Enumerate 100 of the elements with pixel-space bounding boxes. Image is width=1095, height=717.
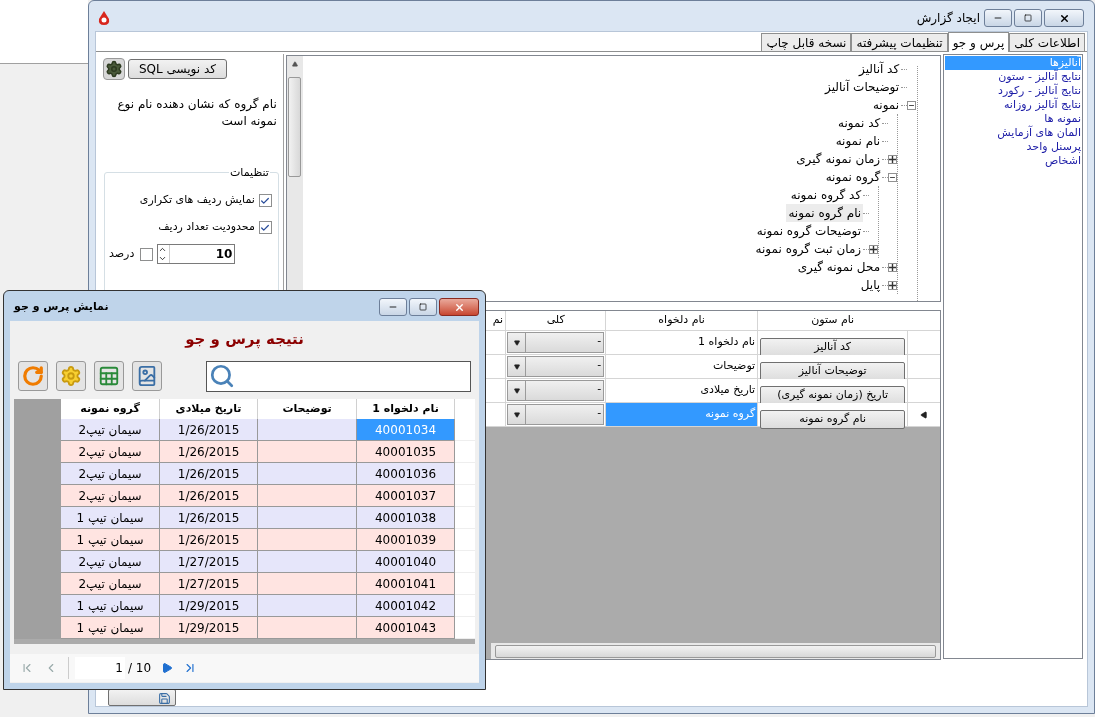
table-cell[interactable]: 40001035 bbox=[356, 441, 456, 463]
spreadsheet-button[interactable] bbox=[93, 361, 124, 391]
expand-icon[interactable] bbox=[869, 244, 879, 254]
tree-item[interactable]: توضیحات آنالیز bbox=[823, 78, 902, 96]
expand-icon[interactable] bbox=[888, 262, 898, 272]
column-header[interactable]: نم bbox=[492, 312, 504, 329]
column-header[interactable]: تاریخ میلادی bbox=[159, 399, 259, 419]
column-header[interactable]: نام ستون bbox=[757, 311, 908, 330]
save-icon bbox=[158, 692, 171, 705]
spin-down-icon[interactable] bbox=[158, 254, 168, 263]
row-header-cell[interactable] bbox=[14, 617, 62, 639]
expand-icon[interactable] bbox=[888, 280, 898, 290]
alias-cell[interactable]: نام دلخواه 1 bbox=[605, 331, 758, 354]
column-header[interactable]: نام دلخواه bbox=[605, 311, 758, 330]
collapse-icon[interactable] bbox=[907, 100, 917, 110]
table-cell: 1/27/2015 bbox=[159, 551, 259, 573]
report-button[interactable] bbox=[131, 361, 162, 391]
table-cell[interactable]: 40001041 bbox=[356, 573, 456, 595]
alias-cell[interactable]: توضیحات bbox=[605, 355, 758, 378]
checkbox[interactable] bbox=[140, 247, 154, 261]
minimize-button[interactable] bbox=[379, 298, 407, 316]
table-cell: سیمان تیپ2 bbox=[61, 419, 160, 441]
row-limit-field[interactable]: 10 bbox=[157, 244, 236, 264]
aggregate-dropdown[interactable]: - bbox=[507, 404, 605, 425]
tree-item[interactable]: گروه نمونه bbox=[823, 168, 883, 186]
table-list-item[interactable]: نتایج آنالیز - رکورد bbox=[945, 84, 1081, 98]
refresh-button[interactable] bbox=[18, 361, 48, 391]
check-icon bbox=[260, 222, 271, 233]
table-list-item[interactable]: نتایج آنالیز روزانه bbox=[945, 98, 1081, 112]
checkbox[interactable] bbox=[258, 221, 272, 234]
column-header[interactable]: توضیحات bbox=[258, 399, 357, 419]
table-cell[interactable]: 40001043 bbox=[356, 617, 456, 639]
table-cell: سیمان تیپ2 bbox=[61, 485, 160, 507]
page-field[interactable]: 1 bbox=[75, 657, 125, 679]
header-corner bbox=[14, 399, 62, 419]
column-name-button[interactable]: نام گروه نمونه bbox=[760, 409, 906, 429]
tree-item[interactable]: کد آنالیز bbox=[857, 60, 902, 78]
close-button[interactable] bbox=[439, 298, 479, 316]
tree-item[interactable]: نام گروه نمونه bbox=[786, 204, 864, 222]
column-header[interactable]: نام دلخواه 1 bbox=[356, 399, 456, 419]
maximize-button[interactable] bbox=[1014, 9, 1042, 27]
maximize-icon bbox=[1024, 14, 1032, 22]
expand-icon[interactable] bbox=[888, 154, 898, 164]
scroll-up-icon[interactable] bbox=[291, 61, 298, 67]
settings-button[interactable] bbox=[55, 361, 86, 391]
sql-button[interactable]: کد نویسی SQL bbox=[128, 59, 227, 79]
dropdown-arrow-icon bbox=[513, 339, 520, 346]
tree-item[interactable]: محل نمونه گیری bbox=[795, 258, 883, 276]
tab[interactable]: نسخه قابل چاپ bbox=[761, 33, 852, 51]
table-cell: 1/26/2015 bbox=[159, 419, 259, 441]
tree-item[interactable]: کد نمونه bbox=[836, 114, 883, 132]
first-page-icon[interactable] bbox=[20, 661, 34, 675]
minimize-button[interactable] bbox=[984, 9, 1012, 27]
column-header[interactable]: گروه نمونه bbox=[61, 399, 160, 419]
table-cell[interactable]: 40001040 bbox=[356, 551, 456, 573]
table-cell: 1/29/2015 bbox=[159, 617, 259, 639]
close-button[interactable] bbox=[1044, 9, 1084, 27]
collapse-icon[interactable] bbox=[888, 172, 898, 182]
tree-item[interactable]: زمان ثبت گروه نمونه bbox=[753, 240, 864, 258]
aggregate-dropdown[interactable]: - bbox=[507, 356, 605, 377]
table-cell: 1/27/2015 bbox=[159, 573, 259, 595]
tree-item[interactable]: پایل bbox=[858, 276, 883, 294]
table-list-item[interactable]: اشخاص bbox=[945, 154, 1081, 168]
column-header[interactable]: کلی bbox=[505, 311, 606, 330]
table-cell: 1/29/2015 bbox=[159, 595, 259, 617]
checkbox[interactable] bbox=[258, 194, 272, 207]
next-page-icon[interactable] bbox=[161, 662, 174, 674]
tree-item[interactable]: توضیحات گروه نمونه bbox=[754, 222, 864, 240]
horizontal-scrollbar[interactable] bbox=[490, 643, 941, 659]
alias-cell[interactable]: تاریخ میلادی bbox=[605, 379, 758, 402]
table-cell[interactable]: 40001039 bbox=[356, 529, 456, 551]
search-icon bbox=[208, 363, 235, 389]
tab[interactable]: اطلاعات کلی bbox=[1009, 33, 1085, 51]
table-list-item[interactable]: نتایج آنالیز - ستون bbox=[945, 70, 1081, 84]
search-field[interactable] bbox=[205, 360, 471, 392]
window-title: ایجاد گزارش bbox=[916, 10, 980, 27]
tree-item[interactable]: کد گروه نمونه bbox=[788, 186, 864, 204]
table-cell: سیمان تیپ2 bbox=[61, 441, 160, 463]
table-list-item[interactable]: نمونه ها bbox=[945, 112, 1081, 126]
table-cell[interactable]: 40001042 bbox=[356, 595, 456, 617]
maximize-button[interactable] bbox=[409, 298, 437, 316]
table-list-item[interactable]: المان های آزمایش bbox=[945, 126, 1081, 140]
dropdown-arrow-icon bbox=[513, 387, 520, 394]
table-cell[interactable]: 40001037 bbox=[356, 485, 456, 507]
app-icon bbox=[97, 10, 111, 26]
aggregate-dropdown[interactable]: - bbox=[507, 332, 605, 353]
tree-item[interactable]: نمونه bbox=[870, 96, 902, 114]
spin-up-icon[interactable] bbox=[158, 245, 168, 254]
table-list-item[interactable]: پرسنل واحد bbox=[945, 140, 1081, 154]
gear-icon[interactable] bbox=[103, 58, 125, 80]
table-cell: سیمان تیپ2 bbox=[61, 551, 160, 573]
aggregate-dropdown[interactable]: - bbox=[507, 380, 605, 401]
tree-item[interactable]: نام نمونه bbox=[833, 132, 883, 150]
tab[interactable]: پرس و جو bbox=[947, 32, 1010, 52]
field-description: نام گروه که نشان دهنده نام نوع نمونه است bbox=[116, 96, 278, 130]
table-cell: سیمان تیپ 1 bbox=[61, 507, 160, 529]
table-cell[interactable]: 40001038 bbox=[356, 507, 456, 529]
table-cell[interactable]: 40001036 bbox=[356, 463, 456, 485]
tree-item[interactable]: زمان نمونه گیری bbox=[794, 150, 883, 168]
tab[interactable]: تنظیمات پیشرفته bbox=[851, 33, 948, 51]
